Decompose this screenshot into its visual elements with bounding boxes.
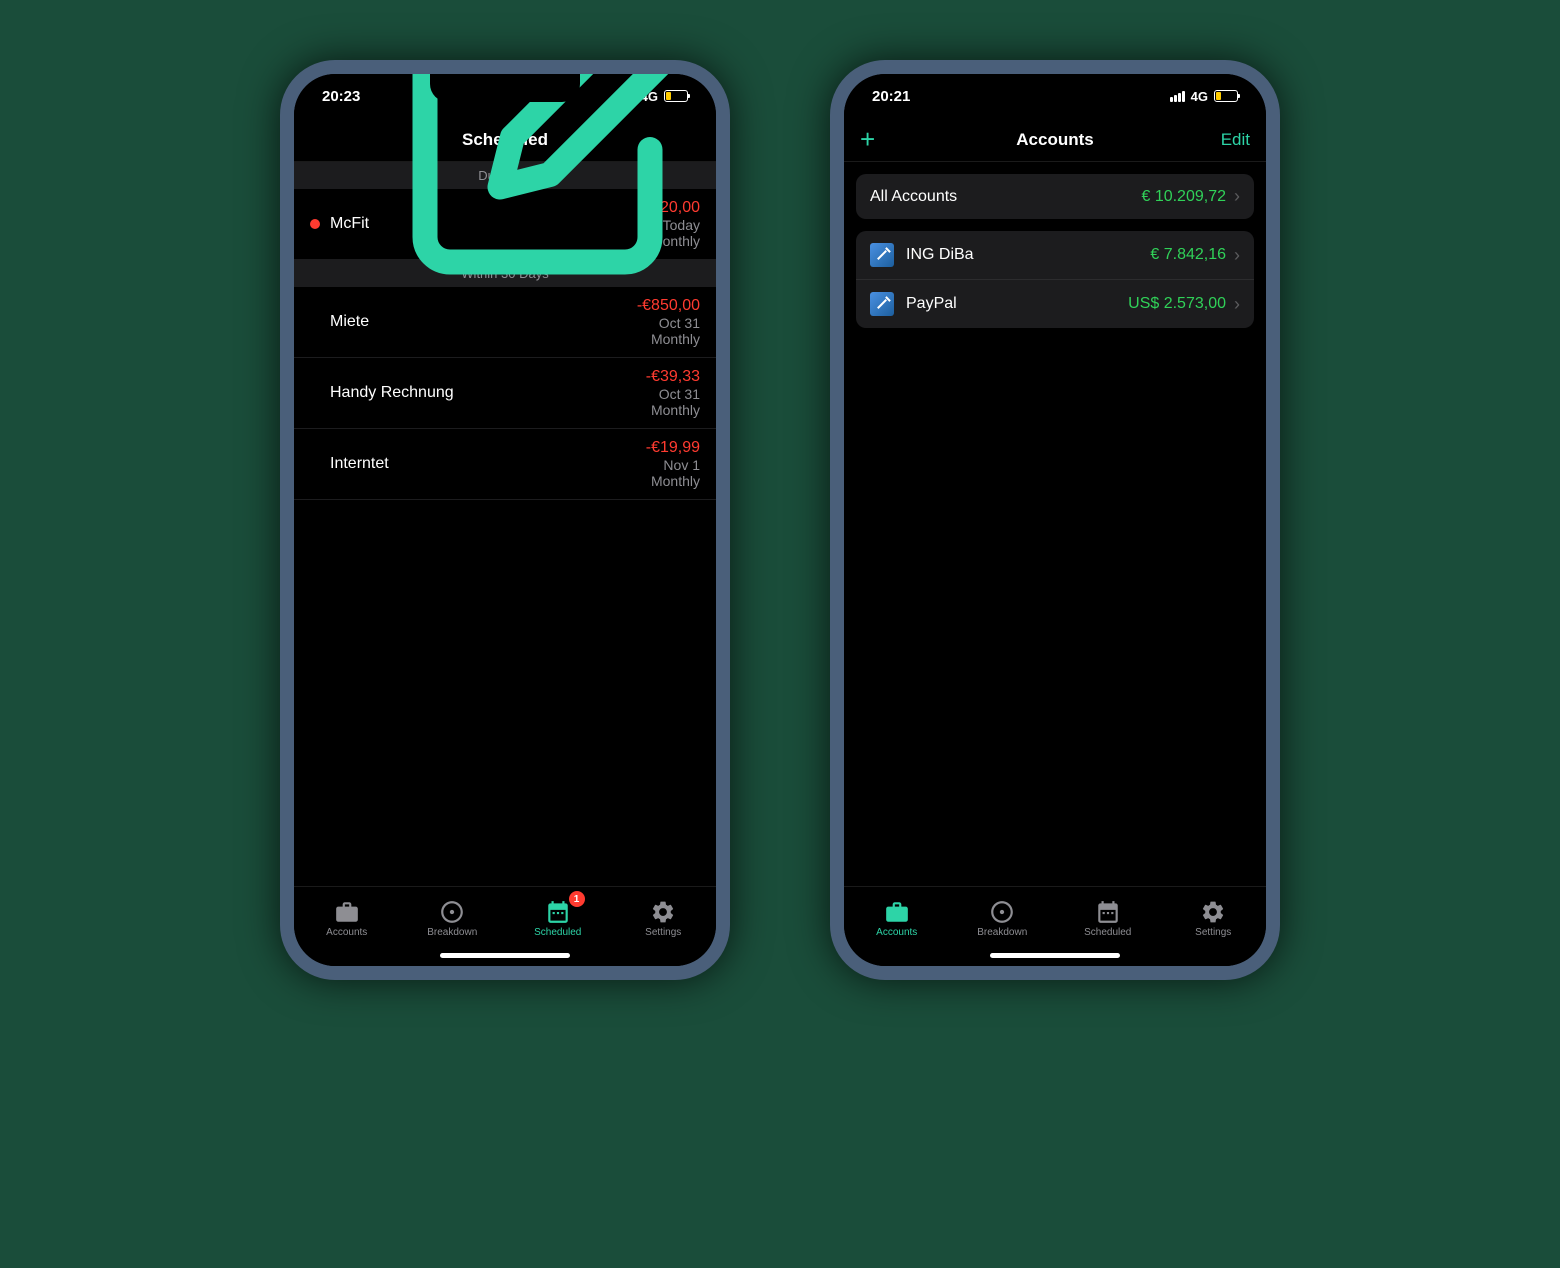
item-date: Oct 31: [646, 386, 700, 402]
tab-label: Accounts: [876, 927, 917, 938]
account-row[interactable]: ING DiBa € 7.842,16 ›: [856, 231, 1254, 280]
item-name: McFit: [330, 215, 369, 233]
pencil-icon: [870, 243, 894, 267]
scheduled-item[interactable]: Interntet -€19,99 Nov 1 Monthly: [294, 429, 716, 500]
tab-label: Settings: [645, 927, 681, 938]
accounts-icon: [884, 899, 910, 925]
item-amount: -€850,00: [637, 297, 700, 315]
item-name: Interntet: [330, 455, 389, 473]
notch: [980, 74, 1130, 102]
item-recurrence: Monthly: [646, 402, 700, 418]
signal-icon: [1170, 91, 1185, 102]
item-amount: -€19,99: [646, 439, 700, 457]
nav-header: + Accounts Edit: [844, 118, 1266, 162]
breakdown-icon: [989, 899, 1015, 925]
tab-label: Accounts: [326, 927, 367, 938]
tab-settings[interactable]: Settings: [1161, 887, 1267, 950]
item-amount: -€39,33: [646, 368, 700, 386]
account-name: All Accounts: [870, 188, 1141, 206]
tab-accounts[interactable]: Accounts: [294, 887, 400, 950]
tab-breakdown[interactable]: Breakdown: [950, 887, 1056, 950]
chevron-right-icon: ›: [1234, 245, 1240, 266]
tab-settings[interactable]: Settings: [611, 887, 717, 950]
tab-label: Scheduled: [534, 927, 581, 938]
gear-icon: [1200, 899, 1226, 925]
tab-label: Breakdown: [977, 927, 1027, 938]
account-amount: € 7.842,16: [1150, 246, 1226, 264]
battery-icon: [1214, 90, 1238, 102]
calendar-icon: [1095, 899, 1121, 925]
pencil-icon: [870, 292, 894, 316]
status-time: 20:21: [872, 88, 910, 105]
account-name: ING DiBa: [906, 246, 1150, 264]
add-button[interactable]: +: [860, 124, 875, 155]
tab-label: Settings: [1195, 927, 1231, 938]
edit-button[interactable]: Edit: [1221, 130, 1250, 150]
home-indicator[interactable]: [990, 953, 1120, 958]
item-recurrence: Monthly: [646, 473, 700, 489]
nav-header: Scheduled: [294, 118, 716, 162]
notch: [430, 74, 580, 102]
account-row[interactable]: PayPal US$ 2.573,00 ›: [856, 280, 1254, 328]
all-accounts-row[interactable]: All Accounts € 10.209,72 ›: [856, 174, 1254, 219]
phone-scheduled: 20:23 4G Scheduled Due Now: [280, 60, 730, 980]
breakdown-icon: [439, 899, 465, 925]
home-indicator[interactable]: [440, 953, 570, 958]
gear-icon: [650, 899, 676, 925]
accounts-icon: [334, 899, 360, 925]
account-amount: € 10.209,72: [1141, 188, 1226, 206]
account-amount: US$ 2.573,00: [1128, 295, 1226, 313]
item-date: Oct 31: [637, 315, 700, 331]
tab-label: Scheduled: [1084, 927, 1131, 938]
scheduled-item[interactable]: Handy Rechnung -€39,33 Oct 31 Monthly: [294, 358, 716, 429]
tab-breakdown[interactable]: Breakdown: [400, 887, 506, 950]
chevron-right-icon: ›: [1234, 186, 1240, 207]
page-title: Accounts: [1016, 130, 1093, 150]
item-recurrence: Monthly: [637, 331, 700, 347]
scheduled-item[interactable]: Miete -€850,00 Oct 31 Monthly: [294, 287, 716, 358]
tab-label: Breakdown: [427, 927, 477, 938]
item-name: Miete: [330, 313, 369, 331]
tab-accounts[interactable]: Accounts: [844, 887, 950, 950]
tab-badge: 1: [569, 891, 585, 907]
item-date: Nov 1: [646, 457, 700, 473]
tab-scheduled[interactable]: Scheduled: [1055, 887, 1161, 950]
due-indicator-icon: [310, 219, 320, 229]
calendar-icon: [545, 899, 571, 925]
compose-icon: [400, 272, 700, 291]
status-time: 20:23: [322, 88, 360, 105]
tab-scheduled[interactable]: 1 Scheduled: [505, 887, 611, 950]
phone-accounts: 20:21 4G + Accounts Edit All Accounts € …: [830, 60, 1280, 980]
account-name: PayPal: [906, 295, 1128, 313]
chevron-right-icon: ›: [1234, 294, 1240, 315]
network-label: 4G: [1191, 89, 1208, 104]
item-name: Handy Rechnung: [330, 384, 454, 402]
